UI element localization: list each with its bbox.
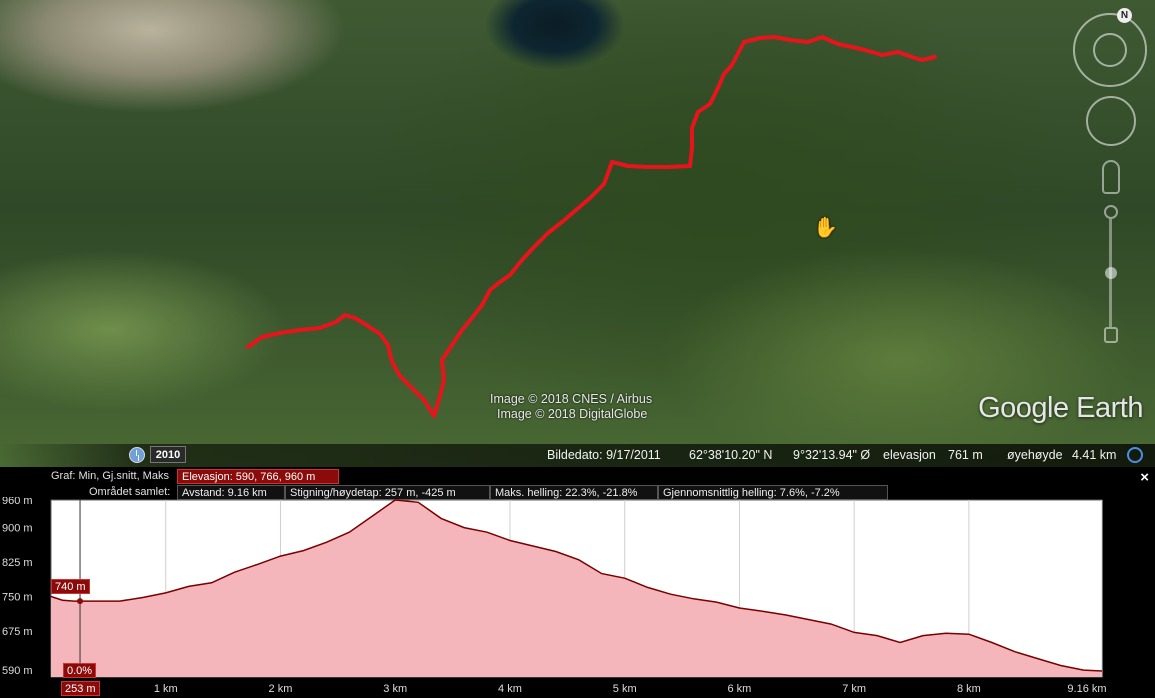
latitude: 62°38'10.20" N [689, 448, 773, 462]
streaming-status-icon [1127, 447, 1143, 463]
cursor-point [77, 598, 84, 605]
imagery-credit-2: Image © 2018 DigitalGlobe [497, 407, 648, 421]
longitude: 9°32'13.94" Ø [793, 448, 871, 462]
y-tick-label: 675 m [2, 626, 33, 638]
y-axis-ticks: 960 m 900 m 825 m 750 m 675 m 590 m [2, 497, 33, 677]
graph-elevation-value[interactable]: Elevasjon: 590, 766, 960 m [177, 469, 339, 484]
x-tick-label: 7 km [842, 683, 866, 695]
close-icon[interactable]: × [1140, 469, 1149, 486]
x-tick-label: 2 km [269, 683, 293, 695]
elevation-value: 761 m [948, 448, 983, 462]
cursor-slope-label: 0.0% [63, 663, 97, 678]
elevation-chart[interactable]: 960 m 900 m 825 m 750 m 675 m 590 m 1 km 2 km 3… [0, 497, 1155, 698]
cursor-distance-label: 253 m [61, 681, 100, 696]
move-joystick[interactable] [1086, 96, 1136, 146]
x-tick-label: 9.16 km [1067, 683, 1106, 695]
google-earth-logo: Google Earth [978, 392, 1143, 424]
x-tick-label: 4 km [498, 683, 522, 695]
x-tick-label: 8 km [957, 683, 981, 695]
zoom-out-icon[interactable] [1104, 327, 1118, 343]
x-tick-label: 3 km [383, 683, 407, 695]
y-tick-label: 825 m [2, 557, 33, 569]
graph-label: Graf: Min, Gj.snitt, Maks [51, 470, 169, 482]
elevation-label: elevasjon [883, 448, 936, 462]
pegman-icon[interactable] [1102, 160, 1120, 194]
hand-cursor-icon: ✋ [813, 217, 838, 239]
y-tick-label: 960 m [2, 497, 33, 507]
x-tick-label: 1 km [154, 683, 178, 695]
eye-altitude-label: øyehøyde [1007, 448, 1063, 462]
y-tick-label: 590 m [2, 665, 33, 677]
look-center-icon [1093, 33, 1127, 67]
x-tick-label: 5 km [613, 683, 637, 695]
elevation-profile-panel: Graf: Min, Gj.snitt, Maks Elevasjon: 590… [0, 467, 1155, 698]
y-tick-label: 900 m [2, 523, 33, 535]
x-axis-ticks: 1 km 2 km 3 km 4 km 5 km 6 km 7 km 8 km 9.16 km [154, 683, 1107, 695]
zoom-thumb[interactable] [1105, 267, 1117, 279]
map-view[interactable]: Image © 2018 CNES / Airbus Image © 2018 … [0, 0, 1155, 467]
imagery-credit-1: Image © 2018 CNES / Airbus [490, 392, 653, 406]
zoom-slider[interactable] [1104, 205, 1118, 345]
cursor-elevation-label: 740 m [51, 579, 90, 594]
compass-north-button[interactable]: N [1117, 8, 1132, 23]
image-date: Bildedato: 9/17/2011 [547, 448, 661, 462]
historical-year[interactable]: 2010 [150, 446, 186, 463]
zoom-in-icon[interactable] [1104, 205, 1118, 219]
x-tick-label: 6 km [728, 683, 752, 695]
historical-imagery-clock-icon[interactable] [129, 447, 145, 463]
eye-altitude-value: 4.41 km [1072, 448, 1117, 462]
y-tick-label: 750 m [2, 592, 33, 604]
